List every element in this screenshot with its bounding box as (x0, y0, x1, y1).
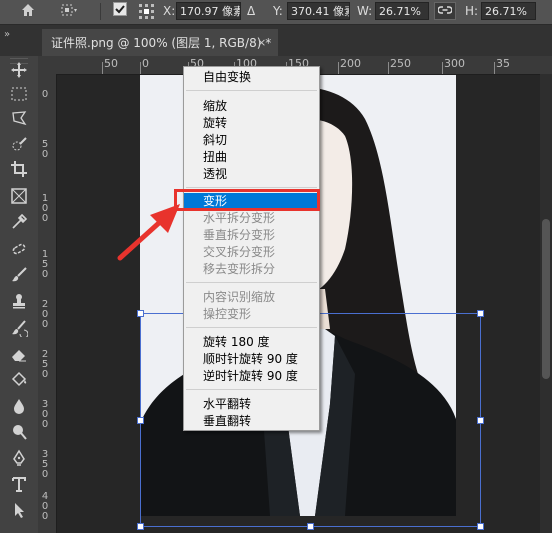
h-label: H: (465, 4, 479, 18)
ruler-label: 0 (41, 319, 49, 330)
menu-item-rotate-90-cw[interactable]: 顺时针旋转 90 度 (184, 351, 319, 368)
transform-handle-bottom[interactable] (307, 523, 314, 530)
ruler-label: 35 (496, 57, 510, 70)
transform-handle-bottom-left[interactable] (137, 523, 144, 530)
eraser-tool-icon[interactable] (4, 345, 34, 369)
ruler-label: 0 (41, 419, 49, 430)
menu-item-rotate-180[interactable]: 旋转 180 度 (184, 334, 319, 351)
y-position-field[interactable]: 370.41 像素 (287, 2, 350, 20)
menu-item-skew[interactable]: 斜切 (184, 132, 319, 149)
menu-item-perspective[interactable]: 透视 (184, 166, 319, 183)
blur-tool-icon[interactable] (4, 397, 34, 421)
w-label: W: (357, 4, 373, 18)
pen-tool-icon[interactable] (4, 449, 34, 473)
reference-point-icon[interactable] (58, 2, 80, 20)
annotation-highlight-box (174, 189, 320, 211)
clone-stamp-tool-icon[interactable] (4, 292, 34, 316)
vertical-ruler[interactable]: 0 50 100 150 200 250 300 350 400 (38, 74, 57, 533)
eyedropper-tool-icon[interactable] (4, 213, 34, 237)
transform-handle-bottom-right[interactable] (477, 523, 484, 530)
menu-item-split-warp-vertical: 垂直拆分变形 (203, 228, 276, 242)
y-label: Y: (273, 4, 283, 18)
menu-item-flip-horizontal[interactable]: 水平翻转 (184, 396, 319, 413)
vertical-scrollbar[interactable] (540, 74, 552, 533)
frame-tool-icon[interactable] (4, 187, 34, 211)
menu-item-rotate-90-ccw[interactable]: 逆时针旋转 90 度 (184, 368, 319, 385)
quick-selection-tool-icon[interactable] (4, 136, 34, 160)
transform-handle-left[interactable] (137, 417, 144, 424)
path-selection-tool-icon[interactable] (4, 501, 34, 525)
ruler-label: 0 (41, 213, 49, 224)
ruler-label: 300 (444, 57, 465, 70)
transform-handle-top-left[interactable] (137, 310, 144, 317)
ruler-label: 0 (41, 269, 49, 280)
checkbox-icon[interactable] (111, 2, 129, 20)
ruler-label: 0 (41, 369, 49, 380)
document-tab[interactable]: 证件照.png @ 100% (图层 1, RGB/8) * × (42, 29, 278, 56)
document-tab-bar: » 证件照.png @ 100% (图层 1, RGB/8) * × (0, 25, 552, 56)
ruler-label: 0 (41, 511, 49, 522)
relative-position-icon[interactable]: Δ (247, 3, 255, 19)
menu-item-rotate[interactable]: 旋转 (184, 115, 319, 132)
width-field[interactable]: 26.71% (375, 2, 429, 20)
lasso-tool-icon[interactable] (4, 109, 34, 133)
ruler-label: 50 (104, 57, 118, 70)
document-title: 证件照.png @ 100% (图层 1, RGB/8) * (51, 36, 272, 50)
paint-bucket-tool-icon[interactable] (4, 371, 34, 395)
type-tool-icon[interactable] (4, 475, 34, 499)
reference-grid-icon[interactable] (135, 2, 157, 20)
ruler-label: 0 (41, 149, 49, 160)
marquee-tool-icon[interactable] (4, 85, 34, 109)
ruler-label: 0 (41, 89, 49, 100)
scrollbar-thumb[interactable] (542, 219, 550, 379)
menu-item-distort[interactable]: 扭曲 (184, 149, 319, 166)
ruler-label: 0 (142, 57, 149, 70)
menu-item-scale[interactable]: 缩放 (184, 98, 319, 115)
collapse-panels-icon[interactable]: » (4, 30, 10, 40)
history-brush-tool-icon[interactable] (4, 319, 34, 343)
move-tool-icon[interactable] (4, 61, 34, 85)
ruler-label: 0 (41, 469, 49, 480)
brush-tool-icon[interactable] (4, 266, 34, 290)
menu-item-content-aware-scale: 内容识别缩放 (203, 290, 276, 304)
menu-item-flip-vertical[interactable]: 垂直翻转 (184, 413, 319, 430)
x-position-field[interactable]: 170.97 像素 (176, 2, 241, 20)
crop-tool-icon[interactable] (4, 160, 34, 184)
close-tab-icon[interactable]: × (257, 35, 266, 51)
home-icon[interactable] (18, 2, 38, 20)
healing-brush-tool-icon[interactable] (4, 240, 34, 264)
dodge-tool-icon[interactable] (4, 423, 34, 447)
menu-item-split-warp-crosswise: 交叉拆分变形 (203, 245, 276, 259)
menu-item-free-transform[interactable]: 自由变换 (184, 69, 319, 86)
menu-item-puppet-warp: 操控变形 (203, 307, 252, 321)
transform-handle-right[interactable] (477, 417, 484, 424)
menu-item-split-warp-horizontal: 水平拆分变形 (203, 211, 276, 225)
options-bar: X: 170.97 像素 Δ Y: 370.41 像素 W: 26.71% H:… (0, 0, 552, 25)
x-label: X: (163, 4, 176, 18)
transform-handle-top-right[interactable] (477, 310, 484, 317)
link-icon[interactable] (434, 2, 456, 20)
menu-item-remove-warp-split: 移去变形拆分 (203, 262, 276, 276)
tools-panel (0, 56, 39, 533)
transform-context-menu: 自由变换 缩放 旋转 斜切 扭曲 透视 变形 水平拆分变形 垂直拆分变形 交叉拆… (183, 66, 320, 431)
ruler-label: 200 (340, 57, 361, 70)
ruler-label: 250 (390, 57, 411, 70)
height-field[interactable]: 26.71% (481, 2, 536, 20)
